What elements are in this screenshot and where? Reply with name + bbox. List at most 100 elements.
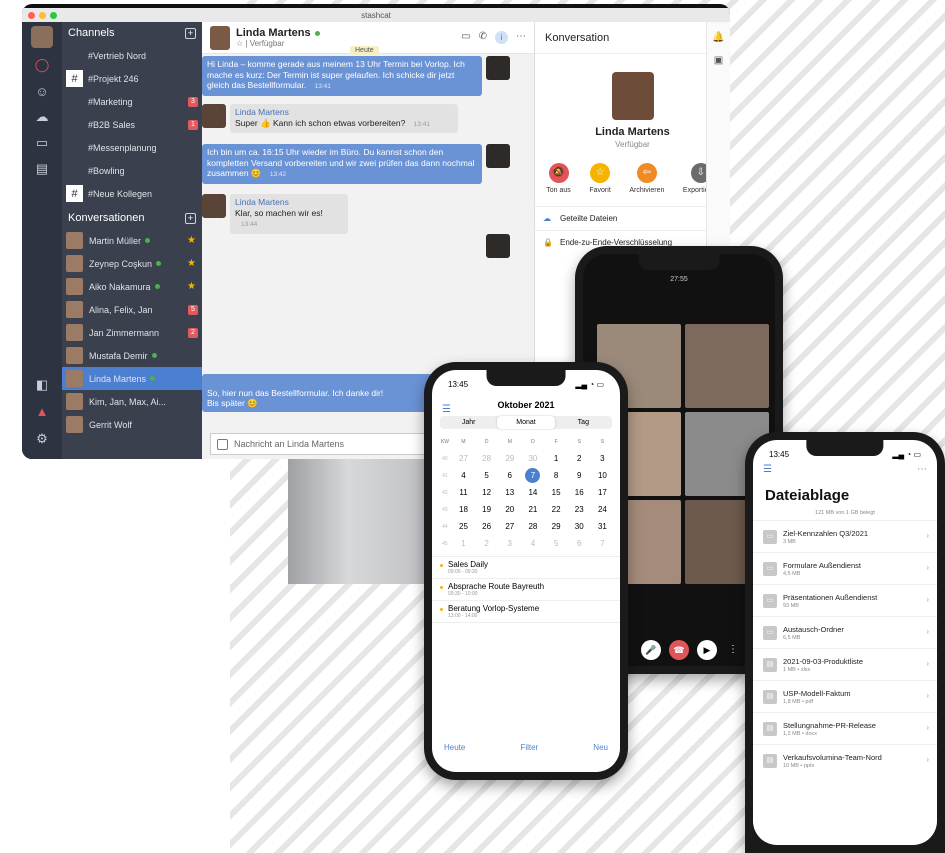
file-row[interactable]: ▭ Austausch-Ordner 6,5 MB › (753, 616, 937, 648)
day-cell[interactable]: 10 (591, 471, 614, 480)
file-row[interactable]: ▭ Präsentationen Außendienst 93 MB › (753, 584, 937, 616)
more-icon[interactable]: ⋮ (728, 644, 738, 655)
day-cell[interactable]: 3 (498, 539, 521, 548)
user-avatar[interactable] (31, 26, 53, 48)
new-event-button[interactable]: Neu (593, 743, 608, 752)
conversation-item[interactable]: Zeynep Coşkun ★ (62, 252, 202, 275)
conversation-item[interactable]: Gerrit Wolf (62, 413, 202, 436)
clipboard-icon[interactable]: ▤ (22, 156, 62, 182)
event-item[interactable]: Absprache Route Bayreuth 09:30 - 10:00 (432, 579, 620, 601)
hang-up-icon[interactable]: ☎ (669, 640, 689, 660)
menu-icon[interactable]: ☰ (442, 404, 454, 415)
day-cell[interactable]: 4 (452, 471, 475, 480)
action-archivieren[interactable]: ⇦ Archivieren (629, 163, 664, 194)
chat-bubble-icon[interactable]: ◯ (22, 52, 62, 78)
file-row[interactable]: ▤ USP-Modell-Faktum 1,8 MB • pdf › (753, 680, 937, 712)
more-icon[interactable]: ⋯ (516, 31, 526, 44)
contacts-icon[interactable]: ☺ (22, 78, 62, 104)
day-cell[interactable]: 15 (545, 488, 568, 497)
file-row[interactable]: ▭ Formulare Außendienst 4,5 MB › (753, 552, 937, 584)
file-row[interactable]: ▤ Stellungnahme-PR-Release 1,2 MB • docx › (753, 712, 937, 744)
day-cell[interactable]: 30 (521, 454, 544, 463)
calendar-icon[interactable]: ▭ (22, 130, 62, 156)
event-item[interactable]: Beratung Vorlop-Systeme 13:00 - 14:00 (432, 601, 620, 623)
day-cell[interactable]: 7 (591, 539, 614, 548)
bell-icon[interactable]: 🔔 (707, 32, 730, 43)
day-cell[interactable]: 27 (498, 522, 521, 531)
channel-item[interactable]: # #Neue Kollegen (62, 182, 202, 205)
today-button[interactable]: Heute (444, 743, 465, 752)
day-cell[interactable]: 1 (452, 539, 475, 548)
conversation-item[interactable]: Alina, Felix, Jan 5 (62, 298, 202, 321)
segment-jahr[interactable]: Jahr (440, 416, 497, 429)
channel-item[interactable]: #Messenplanung (62, 136, 202, 159)
cloud-icon[interactable]: ☁ (22, 104, 62, 130)
settings-gear-icon[interactable]: ⚙ (22, 426, 62, 452)
add-channel-button[interactable]: + (185, 27, 196, 39)
day-cell[interactable]: 30 (568, 522, 591, 531)
day-cell[interactable]: 27 (452, 454, 475, 463)
file-row[interactable]: ▤ Verkaufsvolumina-Team-Nord 10 MB • pptx › (753, 744, 937, 776)
day-cell[interactable]: 4 (521, 539, 544, 548)
day-cell[interactable]: 29 (498, 454, 521, 463)
details-row[interactable]: ☁Geteilte Dateien› (535, 206, 730, 230)
day-cell[interactable]: 22 (545, 505, 568, 514)
day-cell[interactable]: 26 (475, 522, 498, 531)
day-cell[interactable]: 17 (591, 488, 614, 497)
app-logo-icon[interactable]: ◧ (22, 372, 62, 398)
day-cell[interactable]: 7 (521, 468, 544, 483)
contact-avatar[interactable] (210, 25, 230, 50)
conversation-item[interactable]: Aiko Nakamura ★ (62, 275, 202, 298)
file-row[interactable]: ▤ 2021-09-03-Produktliste 1 MB • xlsx › (753, 648, 937, 680)
channel-item[interactable]: #Vertrieb Nord (62, 44, 202, 67)
day-cell[interactable]: 12 (475, 488, 498, 497)
day-cell[interactable]: 24 (591, 505, 614, 514)
day-cell[interactable]: 16 (568, 488, 591, 497)
menu-icon[interactable]: ☰ (763, 464, 772, 475)
conversation-item[interactable]: Mustafa Demir (62, 344, 202, 367)
channel-item[interactable]: #Marketing 3 (62, 90, 202, 113)
day-cell[interactable]: 3 (591, 454, 614, 463)
channel-item[interactable]: #Bowling (62, 159, 202, 182)
conversation-item[interactable]: Martin Müller ★ (62, 229, 202, 252)
attachment-icon[interactable]: ▣ (707, 55, 730, 66)
phone-icon[interactable]: ✆ (479, 31, 487, 44)
day-cell[interactable]: 8 (545, 471, 568, 480)
channel-item[interactable]: # #Projekt 246 (62, 67, 202, 90)
day-cell[interactable]: 19 (475, 505, 498, 514)
channel-item[interactable]: #B2B Sales 1 (62, 113, 202, 136)
segment-monat[interactable]: Monat (497, 416, 555, 429)
day-cell[interactable]: 28 (475, 454, 498, 463)
file-row[interactable]: ▭ Ziel-Kennzahlen Q3/2021 3 MB › (753, 520, 937, 552)
info-icon[interactable]: i (495, 31, 508, 44)
day-cell[interactable]: 13 (498, 488, 521, 497)
attachment-icon[interactable] (217, 438, 228, 450)
microphone-icon[interactable]: 🎤 (641, 640, 661, 660)
video-call-icon[interactable]: ▭ (461, 31, 470, 44)
day-cell[interactable]: 14 (521, 488, 544, 497)
add-conversation-button[interactable]: + (185, 212, 196, 224)
day-cell[interactable]: 31 (591, 522, 614, 531)
action-favorit[interactable]: ☆ Favorit (589, 163, 611, 194)
day-cell[interactable]: 6 (568, 539, 591, 548)
day-cell[interactable]: 28 (521, 522, 544, 531)
alarm-icon[interactable]: ▲ (22, 398, 62, 424)
conversation-item[interactable]: Jan Zimmermann 2 (62, 321, 202, 344)
filter-button[interactable]: Filter (520, 743, 538, 752)
day-cell[interactable]: 5 (475, 471, 498, 480)
conversation-item[interactable]: Linda Martens (62, 367, 202, 390)
day-cell[interactable]: 2 (475, 539, 498, 548)
day-cell[interactable]: 2 (568, 454, 591, 463)
day-cell[interactable]: 23 (568, 505, 591, 514)
day-cell[interactable]: 5 (545, 539, 568, 548)
day-cell[interactable]: 1 (545, 454, 568, 463)
more-icon[interactable]: ⋯ (917, 464, 927, 475)
day-cell[interactable]: 21 (521, 505, 544, 514)
day-cell[interactable]: 20 (498, 505, 521, 514)
participant-video[interactable] (685, 324, 769, 408)
day-cell[interactable]: 11 (452, 488, 475, 497)
conversation-item[interactable]: Kim, Jan, Max, Ai... (62, 390, 202, 413)
action-ton-aus[interactable]: 🔕 Ton aus (546, 163, 571, 194)
segment-tag[interactable]: Tag (555, 416, 612, 429)
day-cell[interactable]: 29 (545, 522, 568, 531)
